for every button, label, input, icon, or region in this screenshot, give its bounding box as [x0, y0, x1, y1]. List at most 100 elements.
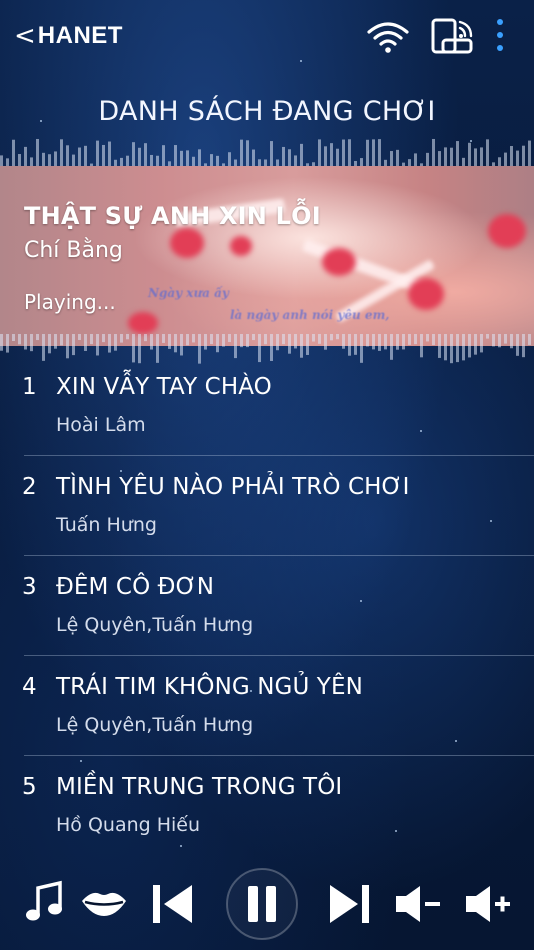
equalizer-bar [324, 146, 327, 168]
equalizer-bar [450, 147, 453, 168]
equalizer-bar [384, 334, 387, 350]
equalizer-bar [378, 139, 381, 168]
equalizer-bar [396, 334, 399, 350]
equalizer-bar [174, 334, 177, 353]
equalizer-top [0, 138, 531, 168]
equalizer-bar [510, 334, 513, 349]
equalizer-bar [348, 139, 351, 168]
equalizer-bar [240, 139, 243, 168]
equalizer-bar [210, 334, 213, 345]
equalizer-bar [168, 334, 171, 349]
equalizer-bar [18, 334, 21, 345]
more-vertical-icon[interactable] [492, 16, 508, 56]
volume-up-icon[interactable] [464, 884, 512, 924]
equalizer-bar [324, 334, 327, 350]
playlist-item[interactable]: 2 TÌNH YÊU NÀO PHẢI TRÒ CHƠI Tuấn Hưng [0, 456, 534, 556]
equalizer-bar [144, 143, 147, 168]
equalizer-bar [0, 334, 3, 351]
equalizer-bar [24, 334, 27, 350]
equalizer-bar [282, 334, 285, 345]
equalizer-bar [132, 142, 135, 168]
equalizer-bar [432, 334, 435, 346]
playback-controls [0, 858, 534, 950]
previous-icon[interactable] [150, 882, 196, 926]
track-artist: Hoài Lâm [56, 414, 146, 436]
equalizer-bar [288, 334, 291, 354]
next-icon[interactable] [326, 882, 372, 926]
playlist-item[interactable]: 3 ĐÊM CÔ ĐƠN Lệ Quyên,Tuấn Hưng [0, 556, 534, 656]
equalizer-bar [102, 334, 105, 343]
equalizer-bar [162, 145, 165, 168]
equalizer-bar [108, 141, 111, 168]
equalizer-bar [486, 334, 489, 339]
equalizer-bar [180, 334, 183, 356]
playlist-item[interactable]: 4 TRÁI TIM KHÔNG NGỦ YÊN Lệ Quyên,Tuấn H… [0, 656, 534, 756]
playlist-item[interactable]: 5 MIỀN TRUNG TRONG TÔI Hồ Quang Hiếu [0, 756, 534, 856]
equalizer-bar [306, 334, 309, 355]
equalizer-bar [204, 334, 207, 350]
equalizer-bar [48, 334, 51, 354]
equalizer-bar [330, 143, 333, 168]
equalizer-bar [330, 334, 333, 341]
now-playing-status: Playing... [24, 290, 116, 314]
equalizer-bar [120, 334, 123, 343]
equalizer-bar [240, 334, 243, 348]
equalizer-bar [348, 334, 351, 356]
playlist-item[interactable]: 1 XIN VẪY TAY CHÀO Hoài Lâm [0, 356, 534, 456]
equalizer-bar [480, 147, 483, 168]
pause-button[interactable] [224, 866, 300, 942]
equalizer-bar [228, 334, 231, 342]
equalizer-bar [138, 147, 141, 168]
equalizer-bar [300, 143, 303, 168]
equalizer-bar [468, 142, 471, 168]
equalizer-bar [402, 334, 405, 350]
equalizer-bar [516, 334, 519, 356]
equalizer-bar [294, 334, 297, 349]
equalizer-bar [342, 334, 345, 349]
track-artist: Hồ Quang Hiếu [56, 814, 201, 836]
hanet-logo: HANET [37, 22, 123, 49]
equalizer-bar [444, 147, 447, 168]
equalizer-bar [528, 140, 531, 168]
equalizer-bar [300, 334, 303, 358]
equalizer-bar [126, 334, 129, 340]
equalizer-bar [426, 334, 429, 342]
back-chevron-icon: < [14, 21, 36, 51]
wifi-icon[interactable] [366, 20, 410, 54]
equalizer-bar [474, 334, 477, 355]
equalizer-bar [438, 334, 441, 358]
equalizer-bar [174, 145, 177, 168]
equalizer-bar [216, 334, 219, 353]
equalizer-bar [336, 334, 339, 340]
equalizer-bar [312, 334, 315, 342]
now-playing-banner[interactable]: Ngày xưa ấy là ngày anh nói yêu em, THẬT… [0, 166, 534, 346]
lips-icon[interactable] [80, 888, 128, 918]
equalizer-bar [354, 334, 357, 355]
equalizer-bar [456, 141, 459, 168]
volume-down-icon[interactable] [394, 884, 442, 924]
playlist: 1 XIN VẪY TAY CHÀO Hoài Lâm 2 TÌNH YÊU N… [0, 356, 534, 856]
equalizer-bar [420, 334, 423, 358]
track-number: 2 [22, 474, 37, 500]
top-bar: < HANET [0, 0, 534, 70]
track-artist: Lệ Quyên,Tuấn Hưng [56, 714, 254, 736]
equalizer-bar [372, 334, 375, 350]
track-number: 3 [22, 574, 37, 600]
equalizer-bar [246, 334, 249, 348]
back-button[interactable]: < HANET [14, 22, 123, 50]
equalizer-bar [468, 334, 471, 358]
equalizer-bar [264, 334, 267, 345]
track-number: 1 [22, 374, 37, 400]
equalizer-bar [162, 334, 165, 343]
equalizer-bar [318, 334, 321, 344]
equalizer-bar [378, 334, 381, 351]
equalizer-bar [504, 334, 507, 344]
music-note-icon[interactable] [24, 880, 64, 924]
now-playing-artist: Chí Bằng [24, 238, 123, 263]
equalizer-bar [366, 334, 369, 347]
equalizer-bar [12, 139, 15, 168]
lyric-line-2: là ngày anh nói yêu em, [230, 308, 390, 322]
equalizer-bar [84, 334, 87, 351]
device-remote-icon[interactable] [430, 16, 474, 56]
equalizer-bar [318, 139, 321, 168]
